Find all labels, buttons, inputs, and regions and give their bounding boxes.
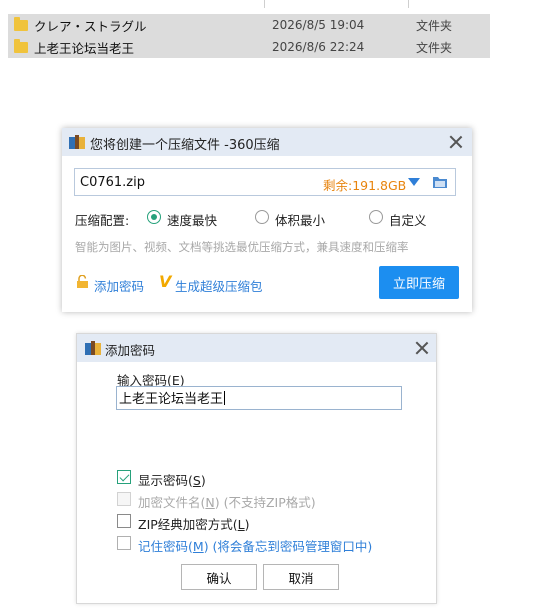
super-pack-link[interactable]: 生成超级压缩包 — [175, 276, 263, 295]
folder-icon — [14, 38, 28, 53]
config-label: 压缩配置: — [75, 213, 130, 228]
option-custom-radio[interactable] — [369, 210, 383, 224]
compress-dialog-title: 您将创建一个压缩文件 -360压缩 — [90, 138, 280, 153]
show-password-checkbox[interactable] — [117, 470, 131, 484]
compress-dialog-titlebar[interactable]: 您将创建一个压缩文件 -360压缩 — [62, 128, 472, 156]
remember-password-label[interactable]: 记住密码(M) (将会备忘到密码管理窗口中) — [138, 536, 372, 555]
ok-button[interactable]: 确认 — [181, 564, 257, 590]
browse-folder-icon[interactable] — [432, 175, 448, 189]
zip-classic-encryption-checkbox[interactable] — [117, 514, 131, 528]
encrypt-filenames-checkbox — [117, 492, 131, 506]
lock-icon — [77, 275, 88, 288]
password-dialog-titlebar[interactable]: 添加密码 — [77, 334, 436, 362]
file-row[interactable]: クレア・ストラグル 2026/8/5 19:04 文件夹 — [8, 14, 490, 36]
password-value: 上老王论坛当老王 — [119, 392, 224, 407]
file-type: 文件夹 — [416, 18, 453, 33]
remaining-space: 剩余:191.8GB — [323, 178, 407, 193]
360zip-app-icon — [85, 341, 101, 355]
file-date: 2026/8/6 22:24 — [272, 40, 365, 54]
360zip-app-icon — [69, 135, 85, 149]
file-name: クレア・ストラグル — [34, 18, 147, 34]
show-password-label[interactable]: 显示密码(S) — [138, 470, 206, 489]
file-type: 文件夹 — [416, 40, 453, 55]
compress-hint: 智能为图片、视频、文档等挑选最优压缩方式，兼具速度和压缩率 — [75, 240, 409, 254]
close-icon[interactable] — [449, 135, 463, 149]
compress-dialog: 您将创建一个压缩文件 -360压缩 C0761.zip 剩余:191.8GB 压… — [62, 128, 472, 312]
add-password-link[interactable]: 添加密码 — [94, 276, 144, 295]
column-divider — [408, 0, 409, 8]
option-smallest-label[interactable]: 体积最小 — [275, 210, 325, 229]
password-dialog: 添加密码 输入密码(E) 上老王论坛当老王 显示密码(S) 加密文件名(N) (… — [76, 333, 437, 604]
zip-classic-encryption-label[interactable]: ZIP经典加密方式(L) — [138, 514, 250, 533]
folder-icon — [14, 16, 28, 31]
archive-filename: C0761.zip — [80, 175, 145, 190]
file-list: クレア・ストラグル 2026/8/5 19:04 文件夹 上老王论坛当老王 20… — [0, 0, 552, 60]
archive-path-field[interactable]: C0761.zip 剩余:191.8GB — [74, 168, 456, 196]
remember-password-checkbox[interactable] — [117, 536, 131, 550]
option-smallest-radio[interactable] — [255, 210, 269, 224]
cancel-button[interactable]: 取消 — [263, 564, 339, 590]
text-cursor — [224, 391, 226, 405]
column-divider — [264, 0, 265, 8]
encrypt-filenames-label: 加密文件名(N) (不支持ZIP格式) — [138, 495, 316, 510]
super-v-icon: V — [159, 272, 172, 291]
chevron-down-icon[interactable] — [408, 178, 420, 187]
option-fastest-radio[interactable] — [147, 210, 161, 224]
file-name: 上老王论坛当老王 — [34, 40, 135, 56]
file-date: 2026/8/5 19:04 — [272, 18, 365, 32]
password-input[interactable]: 上老王论坛当老王 — [116, 386, 402, 410]
option-fastest-label[interactable]: 速度最快 — [167, 210, 217, 229]
compress-now-button[interactable]: 立即压缩 — [379, 266, 459, 299]
file-row[interactable]: 上老王论坛当老王 2026/8/6 22:24 文件夹 — [8, 36, 490, 58]
close-icon[interactable] — [415, 341, 429, 355]
option-custom-label[interactable]: 自定义 — [389, 210, 427, 229]
password-dialog-title: 添加密码 — [105, 343, 156, 358]
